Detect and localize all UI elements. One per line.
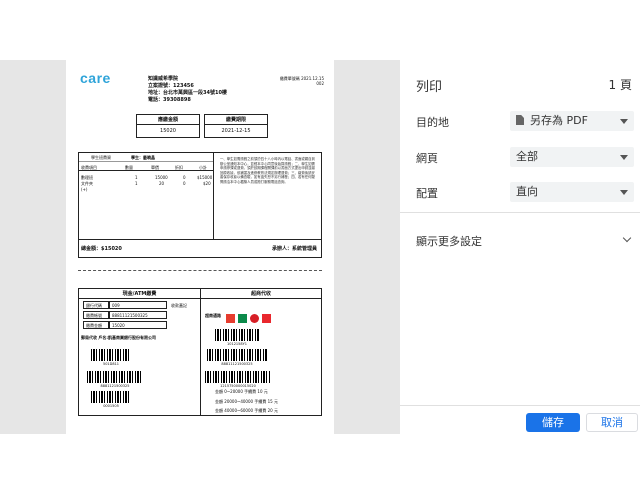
chevron-down-icon[interactable] — [622, 233, 632, 243]
due-box: 繳費期限 2021-12-15 — [204, 114, 268, 138]
payment-section: 現金/ATM繳費 銀行代碼 009 繳費帳號 88811121500325 繳費… — [78, 288, 322, 416]
okmart-icon — [262, 314, 271, 323]
pages-value: 全部 — [516, 150, 538, 163]
row-discount: 0 — [183, 175, 186, 180]
document-icon — [516, 115, 524, 125]
chevron-down-icon — [620, 190, 628, 195]
due-label: 繳費期限 — [205, 115, 267, 125]
amount-value: 15020 — [160, 128, 176, 134]
print-settings-panel: 列印 1 頁 目的地 另存為 PDF 網頁 全部 配置 直向 顯示更多設定 儲存… — [400, 60, 640, 434]
fee-tier: 金額 20000~40000 手續費 15 元 — [215, 399, 278, 404]
preview-page: care 知識威希學院 立案證號：123456 地址：台北市萬興區一段34號10… — [66, 60, 334, 434]
cancel-button[interactable]: 取消 — [586, 413, 638, 432]
pay-amount: 15020 — [109, 321, 167, 329]
barcode-number: 0001505 — [103, 404, 119, 408]
school-name: 知識威希學院 — [148, 76, 179, 82]
row-item: (+) — [81, 187, 88, 192]
hilife-icon — [250, 314, 259, 323]
print-preview: care 知識威希學院 立案證號：123456 地址：台北市萬興區一段34號10… — [0, 60, 400, 434]
barcode — [207, 349, 267, 361]
barcode-number: 8881121500325 — [100, 384, 130, 388]
pages-label: 網頁 — [416, 152, 438, 165]
row-subtotal: $15000 — [197, 175, 213, 180]
store-channel-label: 超商通路 — [205, 313, 221, 318]
barcode — [215, 329, 259, 341]
top-bar — [0, 0, 640, 60]
school-info: 知識威希學院 立案證號：123456 地址：台北市萬興區一段34號10樓 電話：… — [148, 76, 227, 104]
bill-no-value: 002 — [316, 81, 324, 86]
detail-columns: 收費項目 數量 單價 折扣 小計 — [79, 163, 213, 171]
student-label: 學生：藝曉晶 — [131, 155, 155, 160]
col-qty: 數量 — [125, 165, 133, 170]
col-subtotal: 小計 — [199, 165, 207, 170]
seven-eleven-icon — [226, 314, 235, 323]
row-price: 20 — [159, 181, 165, 186]
barcode-number: 1215750000015020 — [220, 384, 256, 388]
barcode — [91, 391, 131, 403]
fee-tier: 金額 0~20000 手續費 10 元 — [215, 389, 268, 394]
class-label: 學生班費資 — [91, 155, 111, 160]
layout-label: 配置 — [416, 187, 438, 200]
amount-box: 應繳金額 15020 — [136, 114, 200, 138]
print-title: 列印 — [416, 80, 443, 95]
destination-select[interactable]: 另存為 PDF — [510, 111, 634, 131]
fee-tier: 金額 40000~60000 手續費 20 元 — [215, 408, 278, 413]
account-number: 88811121500325 — [109, 311, 167, 319]
familymart-icon — [238, 314, 247, 323]
cut-line — [78, 270, 322, 271]
col-price: 單價 — [151, 165, 159, 170]
layout-value: 直向 — [516, 185, 538, 198]
detail-footer: 總金額：$15020 承辦人：系統管理員 — [79, 239, 321, 257]
divider — [400, 405, 640, 406]
pages-select[interactable]: 全部 — [510, 147, 634, 167]
store-logos — [226, 308, 274, 323]
chevron-down-icon — [620, 119, 628, 124]
postal-text: 郵局代收 戶名:凱基商業銀行股份有限公司 — [81, 335, 156, 340]
chevron-down-icon — [620, 155, 628, 160]
cash-column: 現金/ATM繳費 銀行代碼 009 繳費帳號 88811121500325 繳費… — [79, 289, 201, 415]
col-item: 收費項目 — [81, 165, 97, 170]
save-button[interactable]: 儲存 — [526, 413, 580, 432]
page-count: 1 頁 — [608, 78, 632, 92]
address: 地址：台北市萬興區一段34號10樓 — [148, 90, 227, 96]
layout-select[interactable]: 直向 — [510, 182, 634, 202]
row-qty: 1 — [135, 175, 138, 180]
barcode-number: 88811121500325 — [221, 362, 253, 366]
barcode-number: 1012158Y1 — [227, 342, 247, 346]
row-price: 15000 — [155, 175, 168, 180]
destination-label: 目的地 — [416, 116, 449, 129]
row-discount: 0 — [183, 181, 186, 186]
row-subtotal: $20 — [203, 181, 211, 186]
detail-header: 學生班費資 學生：藝曉晶 — [79, 153, 213, 162]
row-qty: 1 — [135, 181, 138, 186]
handler: 承辦人：系統管理員 — [271, 246, 317, 252]
barcode-number: 501D811 — [102, 362, 120, 366]
care-logo: care — [80, 70, 111, 86]
destination-value: 另存為 PDF — [530, 114, 588, 127]
col-discount: 折扣 — [175, 165, 183, 170]
pay-amount-label: 繳費金額 — [83, 321, 109, 329]
phone: 電話：39308898 — [148, 97, 191, 103]
bottom-bar — [0, 434, 640, 480]
counter-title: 超商代收 — [201, 289, 321, 299]
divider — [400, 212, 640, 213]
bank-code-label: 銀行代碼 — [83, 301, 109, 309]
receipt-stamp-label: 收款蓋記 — [171, 303, 187, 308]
barcode — [87, 371, 143, 383]
cash-title: 現金/ATM繳費 — [79, 289, 200, 299]
tax-id: 立案證號：123456 — [148, 83, 194, 89]
due-value: 2021-12-15 — [221, 128, 251, 134]
bill-number: 繳費單號碼 2021.12.15 002 — [274, 76, 324, 86]
bank-code: 009 — [109, 301, 167, 309]
notes-text: 一、學生如需請假之前須於四十八小時內以電話、書面或親自到辦公室通知本中心，並經本… — [213, 153, 321, 239]
barcode — [205, 371, 271, 383]
more-settings-toggle[interactable]: 顯示更多設定 — [416, 233, 482, 249]
amount-label: 應繳金額 — [137, 115, 199, 125]
barcode — [91, 349, 131, 361]
fee-detail-table: 學生班費資 學生：藝曉晶 收費項目 數量 單價 折扣 小計 數理班 1 1500… — [78, 152, 322, 258]
total-amount: 總金額：$15020 — [81, 246, 122, 252]
account-label: 繳費帳號 — [83, 311, 109, 319]
